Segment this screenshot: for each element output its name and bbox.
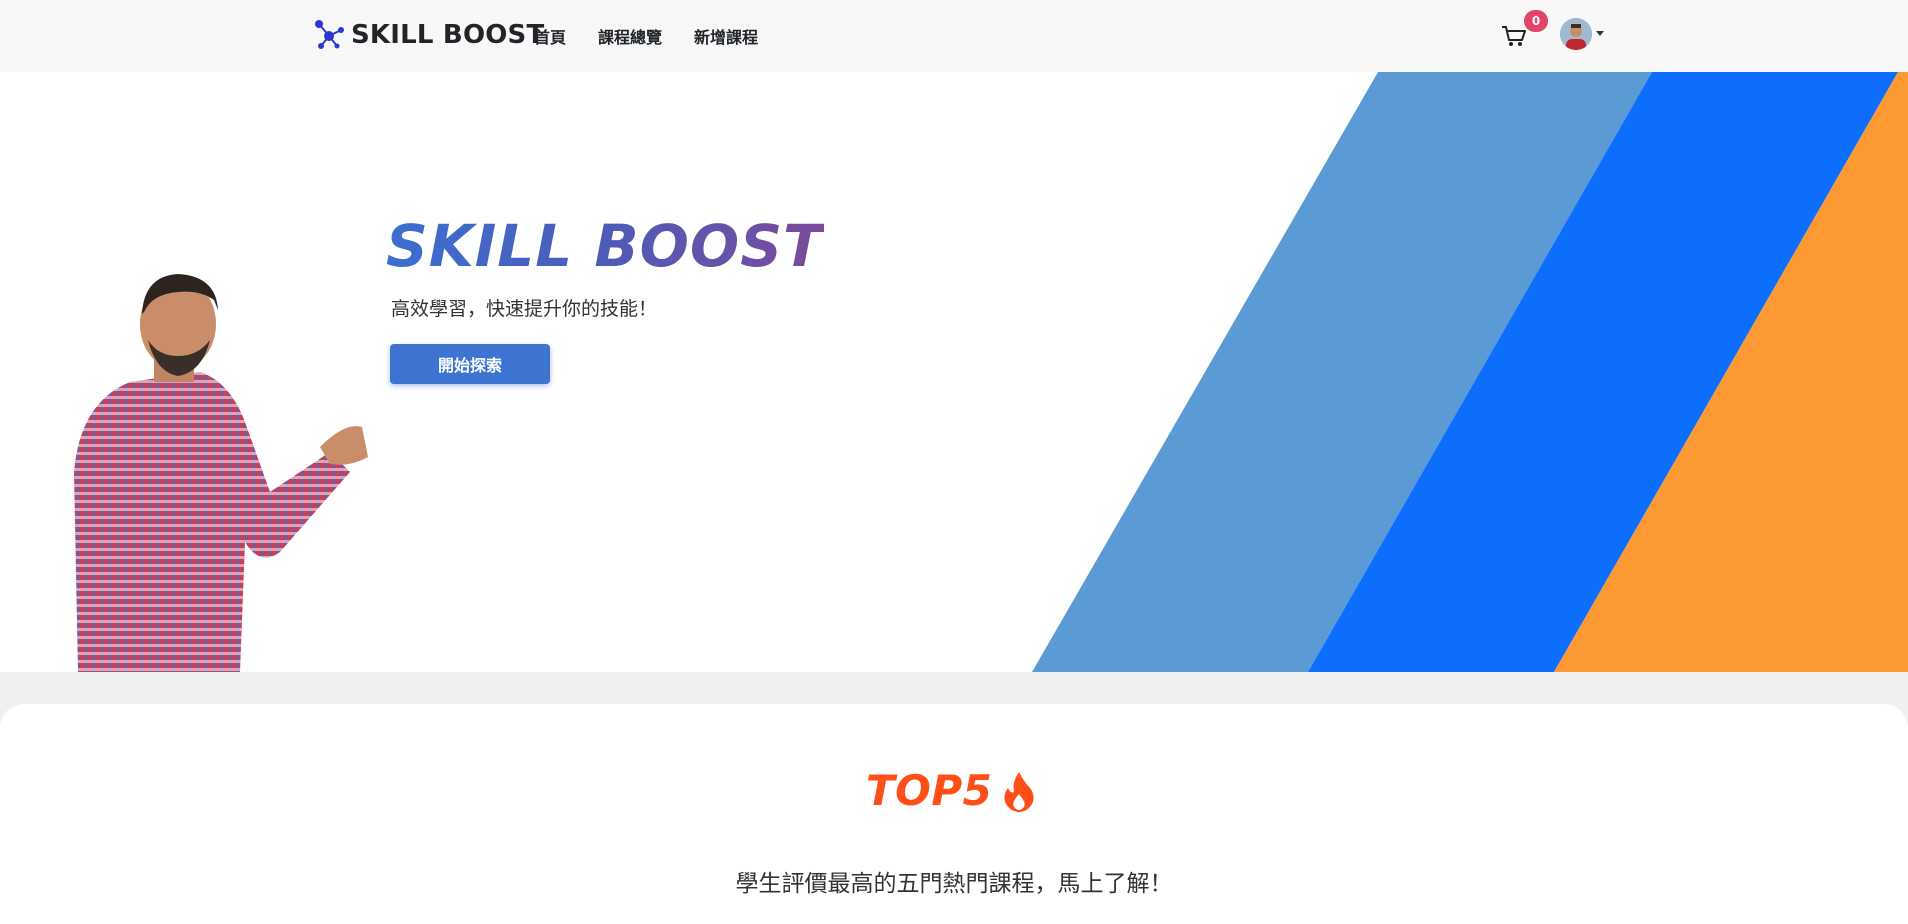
brand-name: SKILL BOOST <box>351 20 545 50</box>
nav-links: 首頁 課程總覽 新增課程 <box>534 24 758 48</box>
cart-count-badge: 0 <box>1524 10 1548 32</box>
teacher-image <box>74 274 368 672</box>
hero-title: SKILL BOOST <box>386 212 824 280</box>
top5-heading: TOP5 <box>866 766 1036 815</box>
brand[interactable]: SKILL BOOST <box>311 18 544 52</box>
top5-title: TOP5 <box>866 766 993 815</box>
explore-button[interactable]: 開始探索 <box>390 344 550 384</box>
network-logo-icon <box>315 20 344 49</box>
nav-link-add-course[interactable]: 新增課程 <box>694 24 758 48</box>
avatar[interactable] <box>1560 18 1592 50</box>
cart-icon[interactable] <box>1500 22 1528 50</box>
navbar: SKILL BOOST 首頁 課程總覽 新增課程 0 <box>0 0 1908 72</box>
hero-subtitle: 高效學習，快速提升你的技能！ <box>391 298 658 320</box>
nav-link-courses[interactable]: 課程總覽 <box>598 24 662 48</box>
top5-subtitle: 學生評價最高的五門熱門課程，馬上了解！ <box>735 871 1173 897</box>
hero-banner: SKILL BOOST 高效學習，快速提升你的技能！ 開始探索 <box>0 72 1908 672</box>
caret-down-icon[interactable] <box>1596 31 1604 36</box>
fire-icon <box>1004 771 1034 812</box>
nav-link-home[interactable]: 首頁 <box>534 24 566 48</box>
